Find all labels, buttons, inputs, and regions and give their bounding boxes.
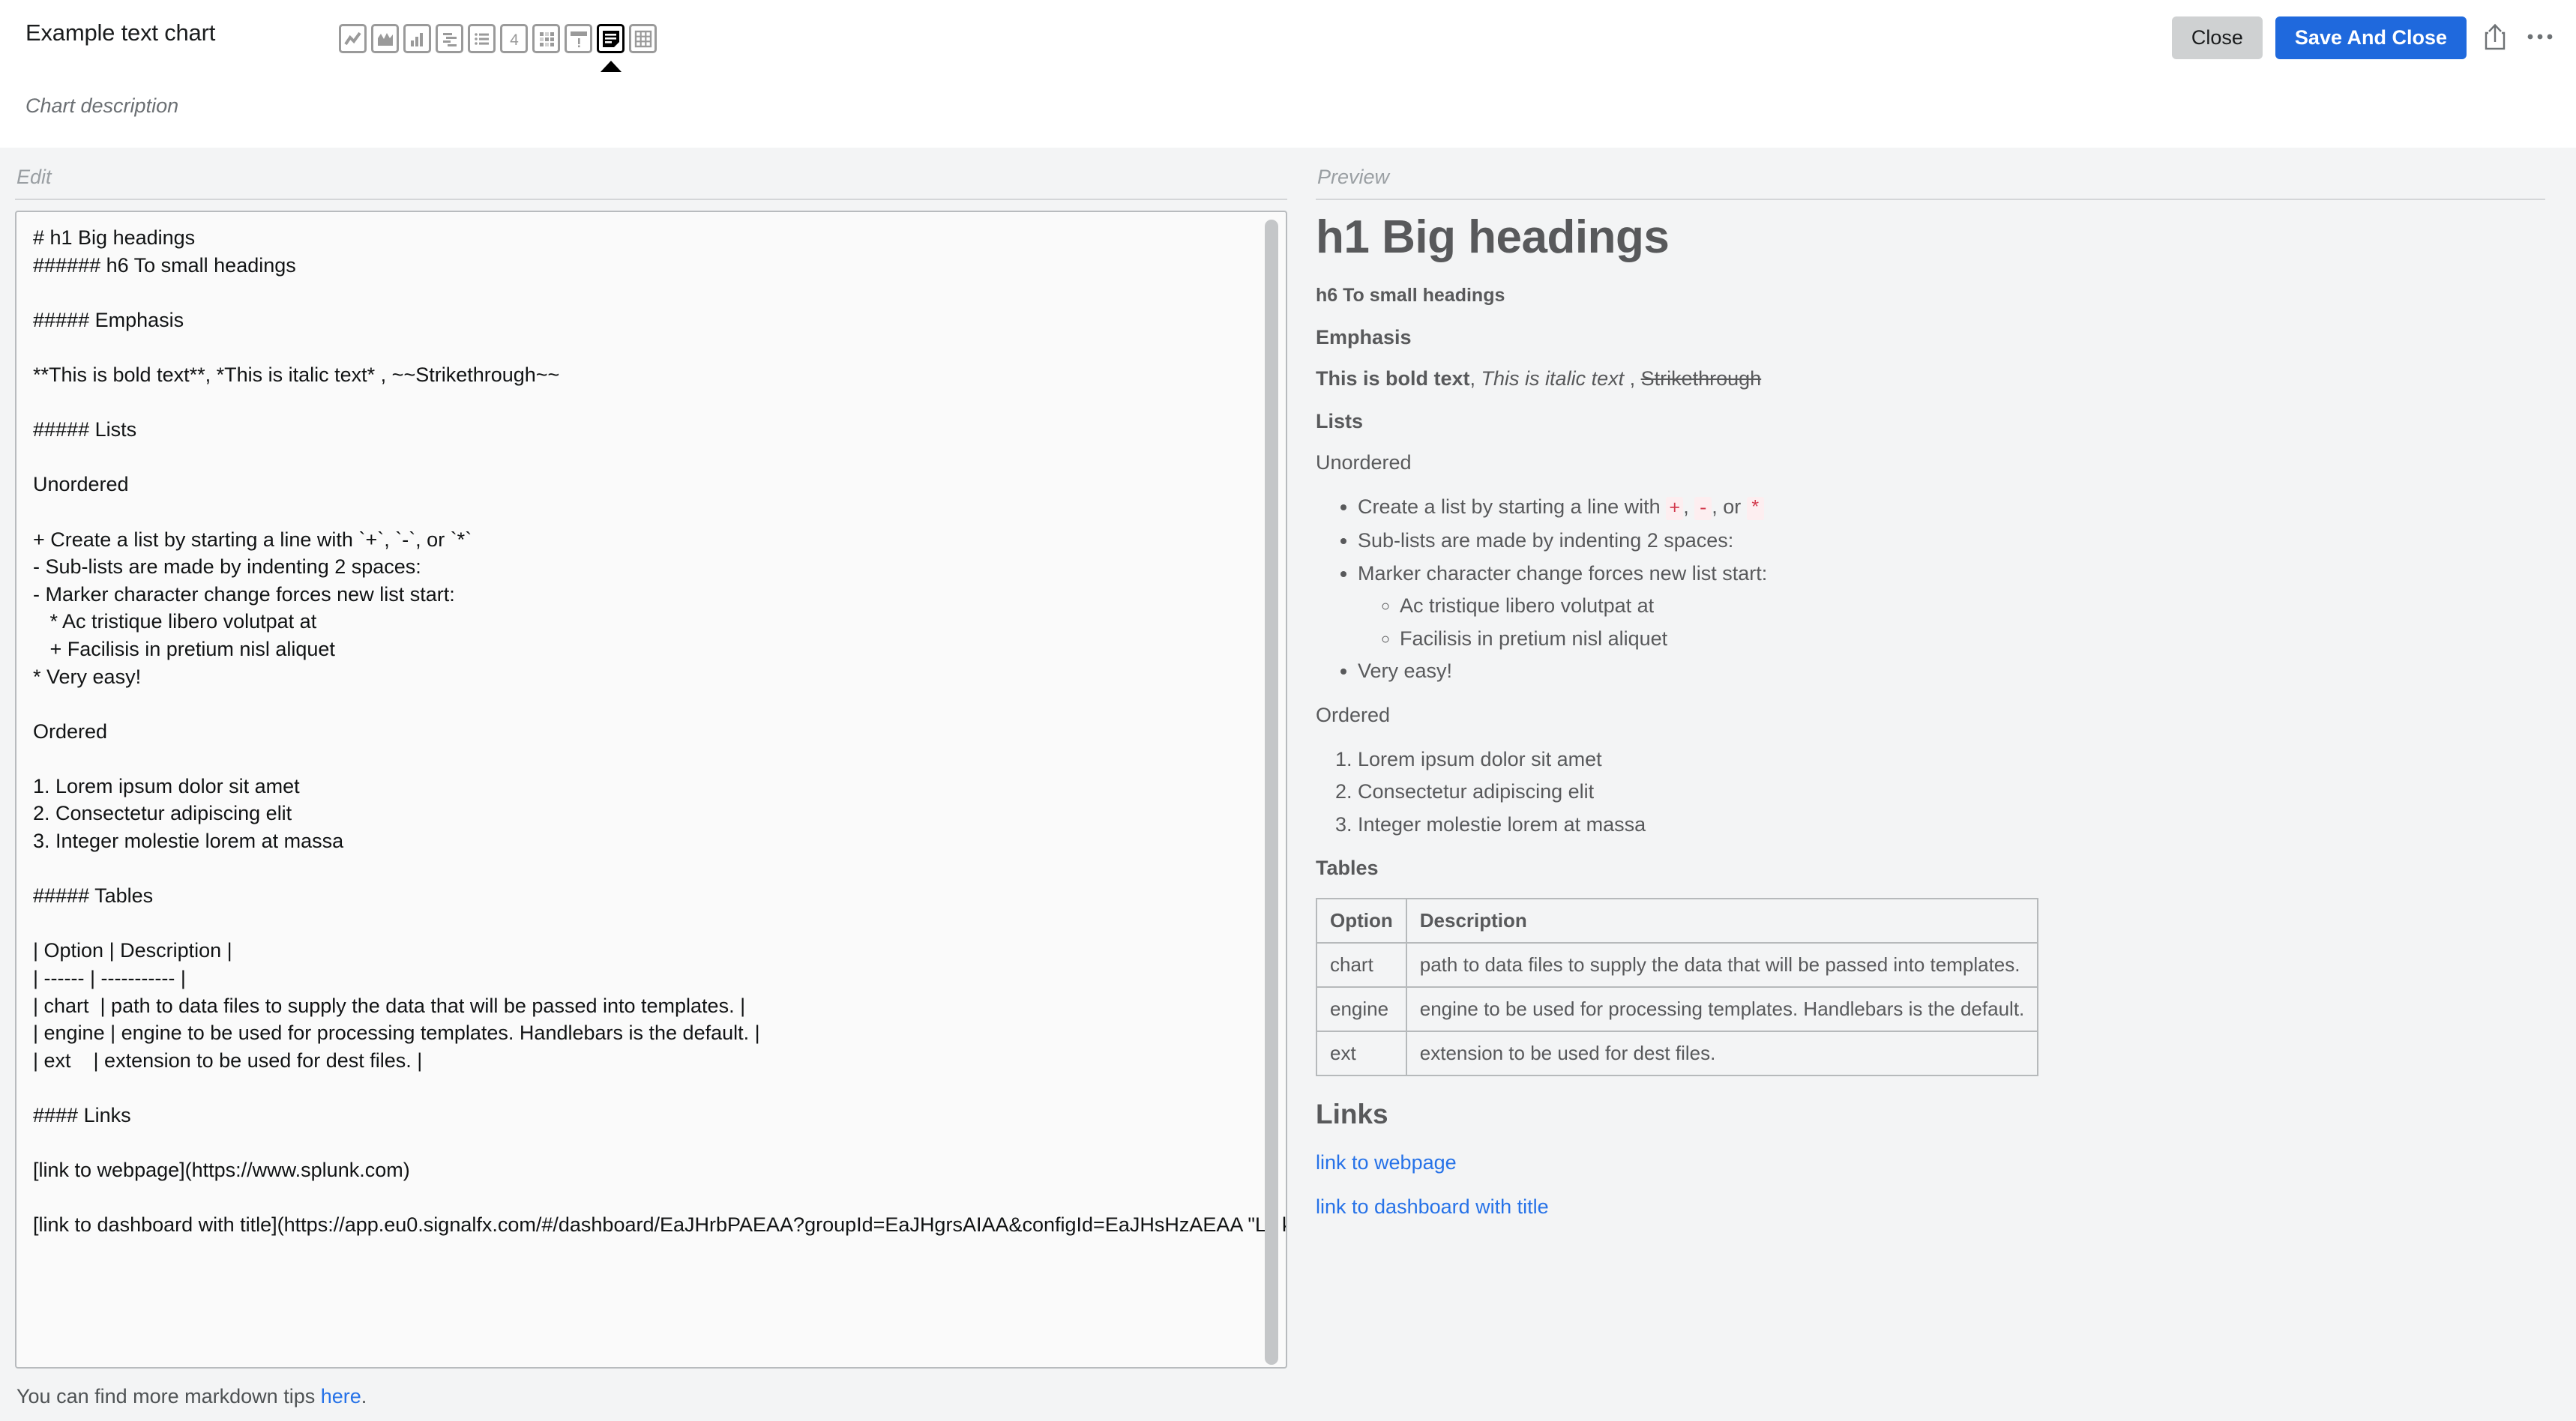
preview-sep-2: , [1624,367,1641,390]
event-feed-chart-type[interactable] [565,24,592,53]
preview-strikethrough-text: Strikethrough [1640,367,1762,390]
ul-item1-mid2: , or [1712,495,1747,518]
inline-code-plus: + [1666,497,1684,520]
preview-unordered-sublist: Ac tristique libero volutpat at Facilisi… [1400,593,2545,651]
preview-italic-text: This is italic text [1481,367,1625,390]
chart-editor-header: Example text chart Chart description 4 C… [0,0,2576,161]
preview-pane-divider [1316,199,2545,200]
table-row: engine engine to be used for processing … [1316,986,2039,1033]
table-cell-description: extension to be used for dest files. [1405,1031,2039,1077]
list-item: Marker character change forces new list … [1358,561,2545,652]
inline-code-asterisk: * [1746,497,1764,520]
list-chart-type[interactable] [468,24,496,53]
text-chart-type[interactable] [597,24,625,72]
column-chart-icon [408,29,427,49]
table-body: chart path to data files to supply the d… [1316,942,2039,1077]
ul-item1-pre: Create a list by starting a line with [1358,495,1667,518]
list-item: Lorem ipsum dolor sit amet [1358,746,2545,773]
column-chart-type[interactable] [403,24,431,53]
editor-scrollbar-track[interactable] [1265,215,1283,1365]
edit-pane-label: Edit [16,166,52,188]
edit-pane-divider [15,199,1287,200]
heatmap-chart-type[interactable] [532,24,560,53]
chart-description[interactable]: Chart description [25,94,178,118]
preview-link-dashboard[interactable]: link to dashboard with title [1316,1195,2545,1219]
histogram-chart-icon [440,29,460,49]
table-cell-option: engine [1316,986,1407,1033]
preview-table: Option Description chart path to data fi… [1316,898,2039,1077]
preview-tables-heading: Tables [1316,857,1379,880]
preview-ordered-label: Ordered [1316,703,1391,726]
text-note-icon [601,29,621,49]
share-icon [2482,22,2508,53]
more-options-button[interactable] [2524,28,2557,47]
ellipsis-icon [2527,31,2554,44]
list-item: Consectetur adipiscing elit [1358,779,2545,805]
table-header-description: Description [1405,898,2039,944]
area-chart-type[interactable] [371,24,399,53]
inline-code-dash: - [1694,497,1712,520]
table-head: Option Description [1316,898,2039,944]
line-chart-type[interactable] [339,24,367,53]
tips-text-before: You can find more markdown tips [16,1385,321,1408]
markdown-preview: h1 Big headings h6 To small headings Emp… [1316,211,2545,1240]
markdown-editor[interactable]: # h1 Big headings ###### h6 To small hea… [15,211,1287,1369]
header-actions: Close Save And Close [2171,16,2557,59]
preview-unordered-list: Create a list by starting a line with +,… [1358,494,2545,684]
single-value-chart-type[interactable]: 4 [500,24,528,53]
share-button[interactable] [2479,19,2511,56]
preview-link-webpage[interactable]: link to webpage [1316,1151,2545,1174]
selected-type-caret [600,61,622,72]
table-cell-description: path to data files to supply the data th… [1405,942,2039,989]
markdown-tips: You can find more markdown tips here. [16,1385,367,1408]
table-grid-icon [634,29,653,49]
editor-scrollbar-thumb[interactable] [1265,220,1278,1365]
line-chart-icon [343,29,363,49]
table-cell-option: chart [1316,942,1407,989]
tips-text-after: . [361,1385,367,1408]
alert-icon [569,29,589,49]
preview-sep-1: , [1469,367,1481,390]
preview-pane-label: Preview [1317,166,1390,188]
list-chart-icon [472,29,492,49]
preview-h6: h6 To small headings [1316,285,1505,306]
preview-bold-text: This is bold text [1316,367,1470,390]
preview-lists-heading: Lists [1316,410,1364,432]
editor-preview-body: Edit Preview # h1 Big headings ###### h6… [0,148,2576,1421]
svg-text:4: 4 [510,31,519,49]
area-chart-icon [376,29,395,49]
preview-ordered-list: Lorem ipsum dolor sit amet Consectetur a… [1358,746,2545,838]
list-item: Integer molestie lorem at massa [1358,812,2545,838]
table-header-row: Option Description [1316,898,2039,944]
table-row: chart path to data files to supply the d… [1316,942,2039,989]
table-chart-type[interactable] [629,24,657,53]
table-cell-description: engine to be used for processing templat… [1405,986,2039,1033]
ul-item3-text: Marker character change forces new list … [1358,561,1768,585]
page-title: Example text chart [25,19,216,46]
list-item: Ac tristique libero volutpat at [1400,593,2545,619]
list-item: Sub-lists are made by indenting 2 spaces… [1358,528,2545,554]
heatmap-icon [537,29,556,49]
markdown-source-text[interactable]: # h1 Big headings ###### h6 To small hea… [33,224,1286,1239]
single-value-icon: 4 [505,29,524,49]
table-cell-option: ext [1316,1031,1407,1077]
preview-emphasis-heading: Emphasis [1316,326,1412,349]
table-row: ext extension to be used for dest files. [1316,1031,2039,1077]
list-item: Facilisis in pretium nisl aliquet [1400,626,2545,652]
list-item: Very easy! [1358,658,2545,684]
table-header-option: Option [1316,898,1407,944]
preview-unordered-label: Unordered [1316,451,1412,474]
chart-type-switcher: 4 [339,24,657,72]
preview-h1: h1 Big headings [1316,211,1670,263]
close-button[interactable]: Close [2171,16,2263,59]
save-and-close-button[interactable]: Save And Close [2275,16,2467,59]
list-item: Create a list by starting a line with +,… [1358,494,2545,521]
preview-links-heading: Links [1316,1099,1388,1130]
markdown-tips-link[interactable]: here [321,1385,361,1408]
histogram-chart-type[interactable] [436,24,463,53]
preview-emphasis-paragraph: This is bold text, This is italic text ,… [1316,367,2545,390]
ul-item1-mid1: , [1683,495,1695,518]
